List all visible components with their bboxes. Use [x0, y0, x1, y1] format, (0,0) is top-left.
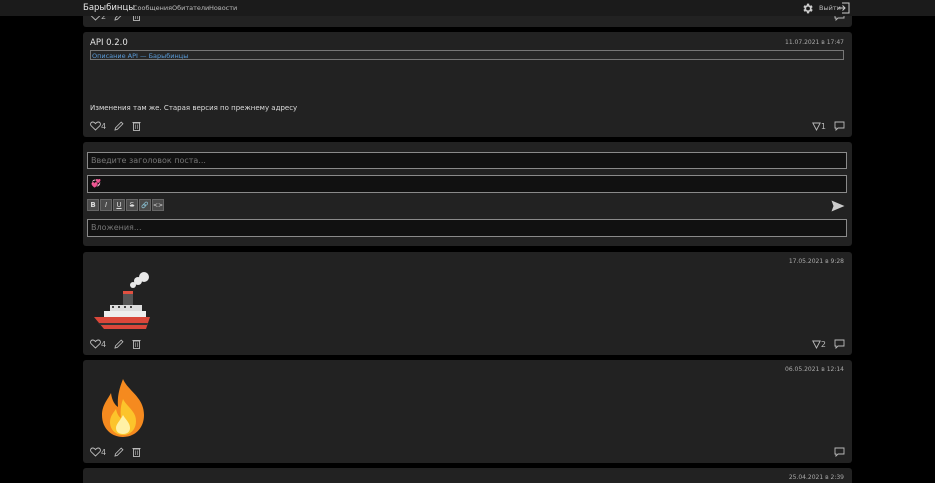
post-date: 17.05.2021 в 9:28: [788, 258, 844, 265]
dislike-button[interactable]: 2: [811, 339, 826, 349]
trash-icon: [132, 122, 141, 131]
comment-button[interactable]: [834, 447, 845, 457]
underline-button[interactable]: U: [113, 199, 125, 211]
comment-icon: [834, 339, 845, 349]
post-card: API 0.2.0 11.07.2021 в 17:47 Описание AP…: [83, 32, 852, 137]
post-card: 25.04.2021 в 2:39: [83, 468, 852, 483]
edit-button[interactable]: [114, 447, 124, 457]
link-button[interactable]: 🔗: [139, 199, 151, 211]
top-navbar: Барыбинцы Сообщения Обитатели Новости Вы…: [0, 0, 935, 16]
like-count: 4: [101, 447, 107, 457]
dislike-count: 2: [820, 339, 826, 349]
post-title: API 0.2.0: [90, 38, 128, 48]
post-actions: 4: [90, 446, 149, 458]
logout-icon[interactable]: [837, 2, 850, 14]
like-count: 4: [101, 339, 107, 349]
triangle-down-icon: [811, 340, 821, 349]
send-icon[interactable]: [831, 200, 845, 212]
nav-residents[interactable]: Обитатели: [172, 4, 209, 12]
post-date: 06.05.2021 в 12:14: [785, 366, 844, 373]
post-content-input[interactable]: 💞: [87, 175, 847, 193]
post-card: 06.05.2021 в 12:14 4: [83, 360, 852, 463]
post-actions: 4: [90, 120, 149, 132]
post-card: 17.05.2021 в 9:28 4 2: [83, 252, 852, 355]
pencil-icon: [114, 447, 124, 457]
gear-icon[interactable]: [801, 2, 814, 15]
comment-button[interactable]: [834, 339, 845, 349]
attachments-input[interactable]: Вложения...: [87, 219, 847, 237]
like-count: 4: [101, 121, 107, 131]
pencil-icon: [114, 339, 124, 349]
post-actions: 4: [90, 338, 149, 350]
post-date: 11.07.2021 в 17:47: [785, 39, 844, 46]
pencil-icon: [114, 121, 124, 131]
ship-emoji: [94, 272, 150, 329]
post-link[interactable]: Описание API — Барыбинцы: [90, 50, 844, 60]
heart-icon: [90, 121, 101, 131]
bold-button[interactable]: B: [87, 199, 99, 211]
edit-button[interactable]: [114, 339, 124, 349]
comment-button[interactable]: [834, 121, 845, 131]
like-button[interactable]: 4: [90, 121, 106, 131]
dislike-button[interactable]: 1: [811, 121, 826, 131]
trash-icon: [132, 340, 141, 349]
strike-button[interactable]: S: [126, 199, 138, 211]
heart-icon: [90, 339, 101, 349]
brand-link[interactable]: Барыбинцы: [83, 3, 135, 13]
triangle-down-icon: [811, 122, 821, 131]
like-button[interactable]: 4: [90, 339, 106, 349]
edit-button[interactable]: [114, 121, 124, 131]
trash-icon: [132, 448, 141, 457]
comment-icon: [834, 121, 845, 131]
dislike-count: 1: [820, 121, 826, 131]
nav-messages[interactable]: Сообщения: [133, 4, 172, 12]
post-date: 25.04.2021 в 2:39: [788, 474, 844, 481]
nav-news[interactable]: Новости: [209, 4, 237, 12]
delete-button[interactable]: [132, 339, 141, 349]
post-title-input[interactable]: Введите заголовок поста...: [87, 152, 847, 169]
delete-button[interactable]: [132, 447, 141, 457]
fire-emoji: [102, 379, 144, 437]
italic-button[interactable]: I: [100, 199, 112, 211]
heart-icon: [90, 447, 101, 457]
comment-icon: [834, 447, 845, 457]
like-button[interactable]: 4: [90, 447, 106, 457]
post-composer: Введите заголовок поста... 💞 B I U S 🔗 <…: [83, 142, 852, 246]
format-toolbar: B I U S 🔗 <>: [87, 199, 165, 211]
delete-button[interactable]: [132, 121, 141, 131]
code-button[interactable]: <>: [152, 199, 164, 211]
post-text: Изменения там же. Старая версия по прежн…: [90, 104, 298, 112]
